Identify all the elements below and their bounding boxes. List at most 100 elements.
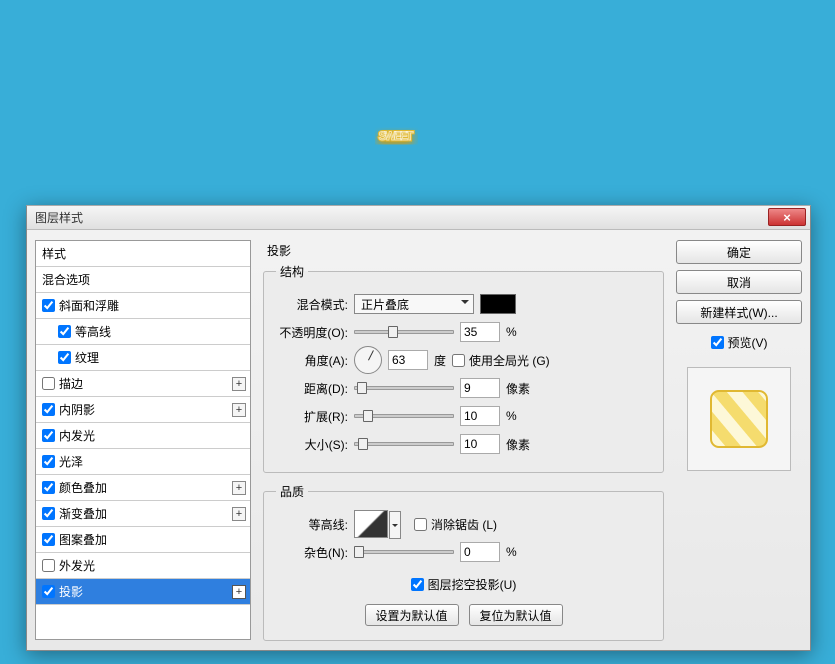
inner-glow-label: 内发光 xyxy=(59,427,95,444)
inner-shadow-label: 内阴影 xyxy=(59,401,95,418)
contour-label: 等高线 xyxy=(75,323,111,340)
stroke-checkbox[interactable] xyxy=(42,377,55,390)
blend-mode-label: 混合模式: xyxy=(276,296,348,313)
drop-shadow-add-icon[interactable]: + xyxy=(232,585,246,599)
color-overlay-label: 颜色叠加 xyxy=(59,479,107,496)
style-item-texture[interactable]: 纹理 xyxy=(36,345,250,371)
spread-label: 扩展(R): xyxy=(276,408,348,425)
pattern-overlay-label: 图案叠加 xyxy=(59,531,107,548)
style-item-stroke[interactable]: 描边 + xyxy=(36,371,250,397)
global-light-check[interactable]: 使用全局光 (G) xyxy=(452,352,550,369)
style-item-inner-shadow[interactable]: 内阴影 + xyxy=(36,397,250,423)
noise-slider[interactable] xyxy=(354,550,454,554)
style-item-color-overlay[interactable]: 颜色叠加 + xyxy=(36,475,250,501)
bevel-label: 斜面和浮雕 xyxy=(59,297,119,314)
make-default-button[interactable]: 设置为默认值 xyxy=(365,604,459,626)
style-list: 样式 混合选项 斜面和浮雕 等高线 纹理 描边 + xyxy=(35,240,251,640)
inner-shadow-checkbox[interactable] xyxy=(42,403,55,416)
angle-unit: 度 xyxy=(434,352,446,369)
blend-mode-select[interactable]: 正片叠底 xyxy=(354,294,474,314)
spread-slider[interactable] xyxy=(354,414,454,418)
gradient-overlay-add-icon[interactable]: + xyxy=(232,507,246,521)
opacity-label: 不透明度(O): xyxy=(276,324,348,341)
color-overlay-add-icon[interactable]: + xyxy=(232,481,246,495)
style-item-contour[interactable]: 等高线 xyxy=(36,319,250,345)
angle-dial[interactable] xyxy=(354,346,382,374)
pattern-overlay-checkbox[interactable] xyxy=(42,533,55,546)
preview-check[interactable]: 预览(V) xyxy=(676,334,802,351)
angle-input[interactable] xyxy=(388,350,428,370)
contour-dropdown-icon[interactable] xyxy=(389,511,401,539)
antialias-checkbox[interactable] xyxy=(414,518,427,531)
close-button[interactable]: × xyxy=(768,208,806,226)
style-item-gradient-overlay[interactable]: 渐变叠加 + xyxy=(36,501,250,527)
contour-label-text: 等高线: xyxy=(276,516,348,533)
drop-shadow-checkbox[interactable] xyxy=(42,585,55,598)
structure-fieldset: 结构 混合模式: 正片叠底 不透明度(O): % 角度(A): xyxy=(263,263,664,473)
global-light-checkbox[interactable] xyxy=(452,354,465,367)
style-item-drop-shadow[interactable]: 投影 + xyxy=(36,579,250,605)
spread-unit: % xyxy=(506,409,517,423)
bevel-checkbox[interactable] xyxy=(42,299,55,312)
gradient-overlay-label: 渐变叠加 xyxy=(59,505,107,522)
style-item-pattern-overlay[interactable]: 图案叠加 xyxy=(36,527,250,553)
satin-label: 光泽 xyxy=(59,453,83,470)
opacity-unit: % xyxy=(506,325,517,339)
gradient-overlay-checkbox[interactable] xyxy=(42,507,55,520)
noise-label: 杂色(N): xyxy=(276,544,348,561)
stroke-label: 描边 xyxy=(59,375,83,392)
outer-glow-checkbox[interactable] xyxy=(42,559,55,572)
preview-swatch-icon xyxy=(707,387,771,451)
inner-shadow-add-icon[interactable]: + xyxy=(232,403,246,417)
outer-glow-label: 外发光 xyxy=(59,557,95,574)
style-item-inner-glow[interactable]: 内发光 xyxy=(36,423,250,449)
quality-legend: 品质 xyxy=(276,483,308,500)
drop-shadow-settings: 投影 结构 混合模式: 正片叠底 不透明度(O): % 角 xyxy=(259,240,668,640)
knockout-check[interactable]: 图层挖空投影(U) xyxy=(411,576,517,593)
spread-input[interactable] xyxy=(460,406,500,426)
svg-text:SWEET: SWEET xyxy=(379,129,414,143)
drop-shadow-label: 投影 xyxy=(59,583,83,600)
size-input[interactable] xyxy=(460,434,500,454)
layer-style-dialog: 图层样式 × 样式 混合选项 斜面和浮雕 等高线 纹理 xyxy=(26,205,811,651)
styles-header-label: 样式 xyxy=(42,245,66,262)
blend-options-label: 混合选项 xyxy=(42,271,90,288)
color-overlay-checkbox[interactable] xyxy=(42,481,55,494)
distance-label: 距离(D): xyxy=(276,380,348,397)
blend-options-row[interactable]: 混合选项 xyxy=(36,267,250,293)
distance-unit: 像素 xyxy=(506,380,530,397)
new-style-button[interactable]: 新建样式(W)... xyxy=(676,300,802,324)
structure-legend: 结构 xyxy=(276,263,308,280)
contour-checkbox[interactable] xyxy=(58,325,71,338)
reset-default-button[interactable]: 复位为默认值 xyxy=(469,604,563,626)
distance-input[interactable] xyxy=(460,378,500,398)
texture-checkbox[interactable] xyxy=(58,351,71,364)
blend-mode-value: 正片叠底 xyxy=(361,296,409,313)
knockout-checkbox[interactable] xyxy=(411,578,424,591)
dialog-title: 图层样式 xyxy=(35,209,83,226)
inner-glow-checkbox[interactable] xyxy=(42,429,55,442)
titlebar: 图层样式 × xyxy=(27,206,810,230)
style-item-satin[interactable]: 光泽 xyxy=(36,449,250,475)
noise-input[interactable] xyxy=(460,542,500,562)
preview-checkbox[interactable] xyxy=(711,336,724,349)
opacity-input[interactable] xyxy=(460,322,500,342)
right-column: 确定 取消 新建样式(W)... 预览(V) xyxy=(676,240,802,640)
global-light-label: 使用全局光 (G) xyxy=(469,352,550,369)
contour-picker[interactable] xyxy=(354,510,388,538)
style-item-outer-glow[interactable]: 外发光 xyxy=(36,553,250,579)
distance-slider[interactable] xyxy=(354,386,454,390)
cancel-button[interactable]: 取消 xyxy=(676,270,802,294)
satin-checkbox[interactable] xyxy=(42,455,55,468)
style-item-bevel[interactable]: 斜面和浮雕 xyxy=(36,293,250,319)
style-list-header[interactable]: 样式 xyxy=(36,241,250,267)
sweet-candy-text: SWEET SWEET xyxy=(125,20,665,180)
opacity-slider[interactable] xyxy=(354,330,454,334)
shadow-color-swatch[interactable] xyxy=(480,294,516,314)
preview-box xyxy=(687,367,791,471)
ok-button[interactable]: 确定 xyxy=(676,240,802,264)
stroke-add-icon[interactable]: + xyxy=(232,377,246,391)
noise-unit: % xyxy=(506,545,517,559)
size-slider[interactable] xyxy=(354,442,454,446)
antialias-check[interactable]: 消除锯齿 (L) xyxy=(414,516,497,533)
